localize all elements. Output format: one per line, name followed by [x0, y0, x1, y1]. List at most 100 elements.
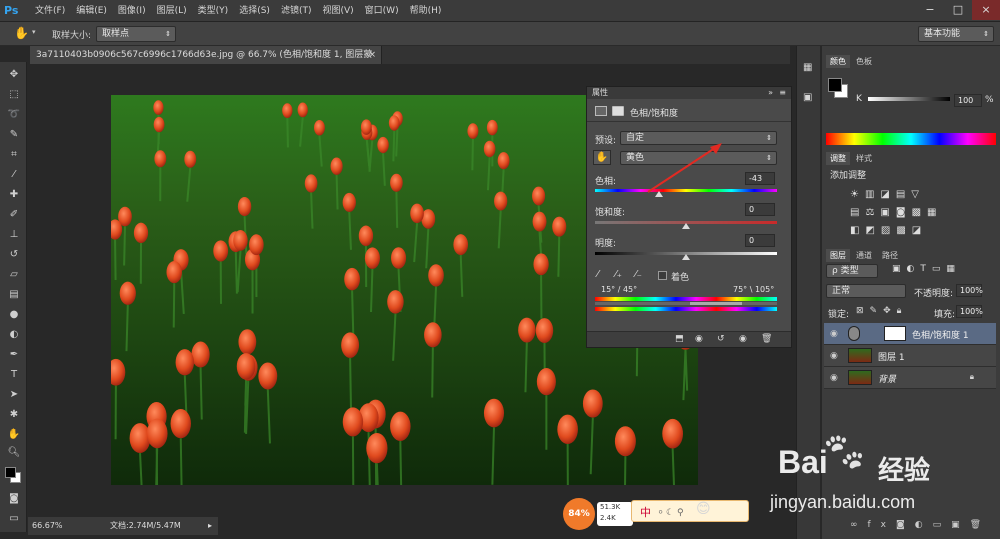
info-icon[interactable]: ▣: [803, 92, 812, 103]
marquee-tool-icon[interactable]: ⬚: [6, 88, 22, 102]
visibility-eye-icon[interactable]: ◉: [830, 329, 838, 339]
saturation-slider-thumb[interactable]: [682, 223, 690, 229]
move-tool-icon[interactable]: ✥: [6, 68, 22, 82]
cpu-badge[interactable]: 84%: [563, 498, 595, 530]
visibility-eye-icon[interactable]: ◉: [830, 351, 838, 361]
mask-icon[interactable]: [612, 106, 624, 116]
layer-row[interactable]: ◉ 色相/饱和度 1: [824, 323, 996, 345]
view-previous-icon[interactable]: ◉: [695, 334, 703, 344]
lasso-tool-icon[interactable]: ➰: [6, 108, 22, 122]
tab-color[interactable]: 颜色: [826, 55, 850, 68]
tab-channels[interactable]: 通道: [852, 249, 876, 262]
menu-view[interactable]: 视图(V): [322, 0, 353, 22]
healing-brush-tool-icon[interactable]: ✚: [6, 188, 22, 202]
minimize-button[interactable]: −: [916, 0, 944, 20]
tulip-stem: [243, 379, 248, 433]
eyedropper-tool-icon[interactable]: ⁄: [6, 168, 22, 182]
type-tool-icon[interactable]: T: [6, 368, 22, 382]
color-spectrum[interactable]: [826, 133, 996, 145]
foreground-color-swatch[interactable]: [5, 467, 16, 478]
lock-icons[interactable]: ⊠✎✥🔒︎: [856, 306, 907, 316]
chevron-down-icon[interactable]: ▾: [32, 28, 36, 36]
clip-to-layer-icon[interactable]: ⬒: [675, 334, 684, 344]
pen-tool-icon[interactable]: ✒: [6, 348, 22, 362]
trash-icon[interactable]: 🗑︎: [761, 334, 772, 344]
visibility-eye-icon[interactable]: ◉: [830, 373, 838, 383]
saturation-value-field[interactable]: 0: [745, 203, 775, 216]
menu-file[interactable]: 文件(F): [35, 0, 65, 22]
ime-bar[interactable]: 中 ⸰ ☾ ⚲ 😊: [631, 500, 749, 522]
eraser-tool-icon[interactable]: ▱: [6, 268, 22, 282]
targeted-adjustment-hand-icon[interactable]: ✋: [593, 150, 611, 165]
k-value-field[interactable]: 100: [954, 94, 982, 107]
zoom-level[interactable]: 66.67%: [32, 517, 63, 535]
menu-help[interactable]: 帮助(H): [410, 0, 442, 22]
ime-mode[interactable]: 中: [640, 504, 651, 520]
dodge-tool-icon[interactable]: ◐: [6, 328, 22, 342]
adjustment-row-2[interactable]: ▤⚖▣◙▩▦: [850, 204, 980, 222]
sample-size-select[interactable]: 取样点 ⇕: [96, 26, 176, 42]
brush-tool-icon[interactable]: ✐: [6, 208, 22, 222]
menu-window[interactable]: 窗口(W): [365, 0, 399, 22]
reset-icon[interactable]: ↺: [717, 334, 725, 344]
close-icon[interactable]: ×: [368, 46, 376, 64]
menu-select[interactable]: 选择(S): [239, 0, 270, 22]
maximize-button[interactable]: □: [944, 0, 972, 20]
panel-menu-icon[interactable]: ≡: [779, 87, 786, 99]
clone-stamp-tool-icon[interactable]: ⊥: [6, 228, 22, 242]
gradient-tool-icon[interactable]: ▤: [6, 288, 22, 302]
shape-tool-icon[interactable]: ✱: [6, 408, 22, 422]
menu-edit[interactable]: 编辑(E): [76, 0, 107, 22]
tulip-stem: [524, 342, 528, 393]
document-tab[interactable]: 3a7110403b0906c567c6996c1766d63e.jpg @ 6…: [30, 46, 382, 78]
fill-field[interactable]: 100%: [956, 305, 983, 318]
menu-type[interactable]: 类型(Y): [198, 0, 229, 22]
crop-tool-icon[interactable]: ⌗: [6, 148, 22, 162]
layer-filter-select[interactable]: ρ 类型: [826, 264, 878, 278]
ime-icons[interactable]: ⸰ ☾ ⚲: [658, 505, 684, 518]
tab-layers[interactable]: 图层: [826, 249, 850, 262]
adjustment-row-1[interactable]: ☀▥◪▤▽: [850, 186, 980, 204]
lightness-slider-thumb[interactable]: [682, 254, 690, 260]
menu-image[interactable]: 图像(I): [118, 0, 146, 22]
tab-styles[interactable]: 样式: [852, 152, 876, 165]
k-slider[interactable]: [868, 97, 950, 101]
layer-filter-icons[interactable]: ▣◐T▭▦: [892, 264, 961, 274]
colorize-checkbox[interactable]: [658, 271, 667, 280]
quick-mask-icon[interactable]: ◙: [6, 492, 22, 506]
layer-row[interactable]: ◉ 图层 1: [824, 345, 996, 367]
opacity-field[interactable]: 100%: [956, 284, 983, 297]
collapse-icon[interactable]: »: [768, 87, 773, 99]
photoshop-logo: Ps: [4, 4, 19, 17]
visibility-icon[interactable]: ◉: [739, 334, 747, 344]
path-select-tool-icon[interactable]: ➤: [6, 388, 22, 402]
status-arrow-icon[interactable]: ▸: [208, 517, 212, 535]
menu-filter[interactable]: 滤镜(T): [281, 0, 312, 22]
range-slider-bar[interactable]: [595, 302, 777, 305]
eyedropper-icon[interactable]: ⁄: [597, 269, 599, 280]
history-brush-tool-icon[interactable]: ↺: [6, 248, 22, 262]
blend-mode-select[interactable]: 正常: [826, 284, 906, 298]
color-fg-swatch[interactable]: [828, 78, 842, 92]
blur-tool-icon[interactable]: ●: [6, 308, 22, 322]
document-info: 文档:2.74M/5.47M: [110, 521, 181, 530]
workspace-select[interactable]: 基本功能 ⇕: [918, 26, 994, 42]
eyedropper-plus-icon[interactable]: ⁄₊: [615, 269, 622, 280]
menu-layer[interactable]: 图层(L): [157, 0, 187, 22]
hand-tool-icon[interactable]: ✋: [6, 428, 22, 442]
history-icon[interactable]: ▦: [803, 62, 812, 73]
zoom-tool-icon[interactable]: 🔍︎: [6, 446, 22, 460]
hand-tool-icon[interactable]: ✋: [14, 26, 29, 40]
hue-value-field[interactable]: -43: [745, 172, 775, 185]
close-button[interactable]: ×: [972, 0, 1000, 20]
adjustment-row-3[interactable]: ◧◩▨▩◪: [850, 222, 980, 240]
tab-swatches[interactable]: 色板: [852, 55, 876, 68]
quick-select-tool-icon[interactable]: ✎: [6, 128, 22, 142]
eyedropper-minus-icon[interactable]: ⁄₋: [635, 269, 642, 280]
tab-adjustments[interactable]: 调整: [826, 152, 850, 165]
screen-mode-icon[interactable]: ▭: [6, 512, 22, 526]
layer-mask-thumbnail[interactable]: [884, 326, 906, 341]
layer-row[interactable]: ◉ 背景 🔒︎: [824, 367, 996, 389]
tab-paths[interactable]: 路径: [878, 249, 902, 262]
lightness-value-field[interactable]: 0: [745, 234, 775, 247]
